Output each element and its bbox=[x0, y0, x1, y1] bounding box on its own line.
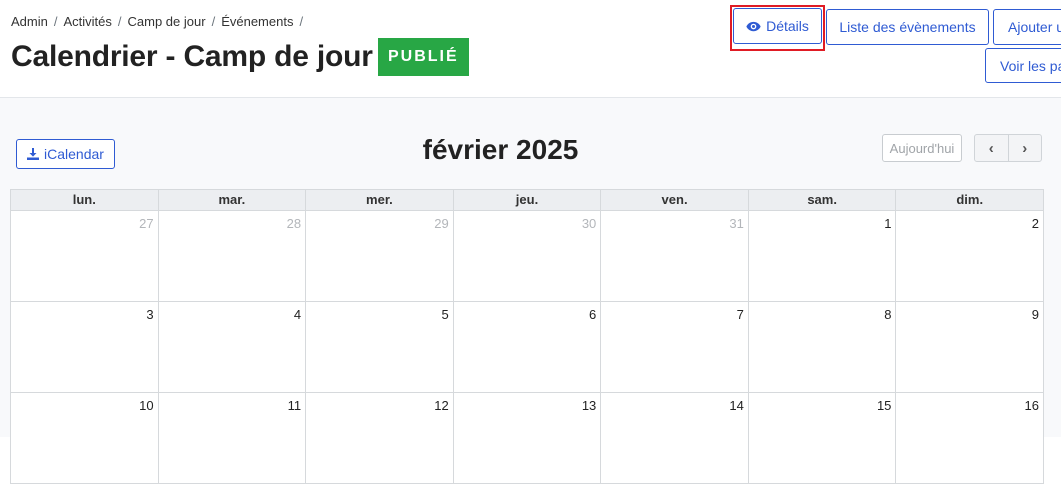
chevron-right-icon: › bbox=[1022, 139, 1028, 157]
day-number[interactable]: 1 bbox=[884, 216, 891, 231]
chevron-left-icon: ‹ bbox=[988, 139, 994, 157]
weekday-header: dim. bbox=[896, 190, 1044, 211]
calendar-nav-group: ‹ › bbox=[974, 134, 1042, 162]
calendar-week-row: 3 4 5 6 7 8 9 bbox=[11, 302, 1044, 393]
day-number[interactable]: 15 bbox=[877, 398, 891, 413]
weekday-header: jeu. bbox=[453, 190, 602, 211]
page-title: Calendrier - Camp de jour bbox=[11, 40, 373, 73]
day-number[interactable]: 9 bbox=[1032, 307, 1039, 322]
prev-month-button[interactable]: ‹ bbox=[975, 135, 1008, 161]
day-number[interactable]: 10 bbox=[139, 398, 153, 413]
breadcrumb-separator: / bbox=[211, 14, 216, 29]
next-month-button[interactable]: › bbox=[1007, 135, 1042, 161]
weekday-header: lun. bbox=[11, 190, 159, 211]
day-number[interactable]: 27 bbox=[139, 216, 153, 231]
view-button[interactable]: Voir les pa bbox=[985, 48, 1061, 83]
today-button[interactable]: Aujourd'hui bbox=[882, 134, 962, 162]
calendar-day-cell[interactable]: 6 bbox=[453, 302, 602, 393]
view-button-label: Voir les pa bbox=[1000, 57, 1061, 74]
weekday-header: mer. bbox=[306, 190, 454, 211]
day-number[interactable]: 29 bbox=[434, 216, 448, 231]
calendar-day-cell[interactable]: 31 bbox=[601, 211, 749, 302]
calendar-day-cell[interactable]: 16 bbox=[896, 393, 1044, 484]
calendar-month-title-text: février 2025 bbox=[422, 134, 579, 165]
calendar-day-cell[interactable]: 28 bbox=[158, 211, 307, 302]
day-number[interactable]: 31 bbox=[729, 216, 743, 231]
breadcrumb-item-activites[interactable]: Activités bbox=[63, 14, 111, 29]
calendar-day-cell[interactable]: 30 bbox=[453, 211, 602, 302]
status-badge: PUBLIÉ bbox=[378, 38, 469, 76]
day-number[interactable]: 4 bbox=[294, 307, 301, 322]
breadcrumb-item-admin[interactable]: Admin bbox=[11, 14, 48, 29]
calendar-day-cell[interactable]: 3 bbox=[11, 302, 159, 393]
breadcrumb: Admin / Activités / Camp de jour / Événements / bbox=[11, 14, 309, 29]
day-number[interactable]: 3 bbox=[146, 307, 153, 322]
calendar-day-cell[interactable]: 14 bbox=[601, 393, 749, 484]
calendar-day-cell[interactable]: 10 bbox=[11, 393, 159, 484]
calendar-day-cell[interactable]: 27 bbox=[11, 211, 159, 302]
calendar-grid: lun. mar. mer. jeu. ven. sam. dim. 27 28 2… bbox=[10, 189, 1044, 484]
calendar-day-cell[interactable]: 8 bbox=[748, 302, 897, 393]
day-number[interactable]: 8 bbox=[884, 307, 891, 322]
page-header: Admin / Activités / Camp de jour / Événements /… bbox=[0, 0, 1061, 98]
calendar-day-cell[interactable]: 2 bbox=[896, 211, 1044, 302]
calendar-day-cell[interactable]: 29 bbox=[306, 211, 454, 302]
day-number[interactable]: 11 bbox=[288, 398, 302, 413]
day-number[interactable]: 28 bbox=[287, 216, 301, 231]
event-list-button-label: Liste des évènements bbox=[839, 19, 976, 35]
calendar-week-row: 27 28 29 30 31 1 2 bbox=[11, 211, 1044, 302]
calendar-day-cell[interactable]: 11 bbox=[158, 393, 307, 484]
breadcrumb-item-camp-de-jour[interactable]: Camp de jour bbox=[128, 14, 206, 29]
add-button-label: Ajouter u bbox=[1008, 19, 1061, 35]
calendar-day-cell[interactable]: 7 bbox=[601, 302, 749, 393]
calendar-weeks: 27 28 29 30 31 1 2 3 4 5 6 7 8 9 10 11 12 13 14 15 16 bbox=[11, 211, 1044, 484]
day-number[interactable]: 16 bbox=[1025, 398, 1039, 413]
day-number[interactable]: 5 bbox=[441, 307, 448, 322]
calendar-day-cell[interactable]: 4 bbox=[158, 302, 307, 393]
event-list-button[interactable]: Liste des évènements bbox=[826, 9, 989, 45]
selection-highlight bbox=[730, 5, 825, 51]
weekday-header: mar. bbox=[158, 190, 307, 211]
calendar-day-cell[interactable]: 1 bbox=[748, 211, 897, 302]
day-number[interactable]: 13 bbox=[582, 398, 596, 413]
day-number[interactable]: 12 bbox=[434, 398, 448, 413]
weekday-header: ven. bbox=[601, 190, 749, 211]
calendar-day-cell[interactable]: 12 bbox=[306, 393, 454, 484]
day-number[interactable]: 2 bbox=[1032, 216, 1039, 231]
calendar-day-cell[interactable]: 9 bbox=[896, 302, 1044, 393]
calendar-day-cell[interactable]: 5 bbox=[306, 302, 454, 393]
day-number[interactable]: 6 bbox=[589, 307, 596, 322]
weekday-header: sam. bbox=[748, 190, 897, 211]
breadcrumb-separator: / bbox=[53, 14, 58, 29]
breadcrumb-separator: / bbox=[299, 14, 304, 29]
calendar-day-cell[interactable]: 13 bbox=[453, 393, 602, 484]
day-number[interactable]: 7 bbox=[737, 307, 744, 322]
calendar-day-cell[interactable]: 15 bbox=[748, 393, 897, 484]
calendar-week-row: 10 11 12 13 14 15 16 bbox=[11, 393, 1044, 484]
breadcrumb-item-evenements[interactable]: Événements bbox=[221, 14, 293, 29]
day-number[interactable]: 30 bbox=[582, 216, 596, 231]
add-button[interactable]: Ajouter u bbox=[993, 9, 1061, 45]
day-number[interactable]: 14 bbox=[729, 398, 743, 413]
breadcrumb-separator: / bbox=[117, 14, 122, 29]
weekday-header-row: lun. mar. mer. jeu. ven. sam. dim. bbox=[11, 190, 1044, 211]
